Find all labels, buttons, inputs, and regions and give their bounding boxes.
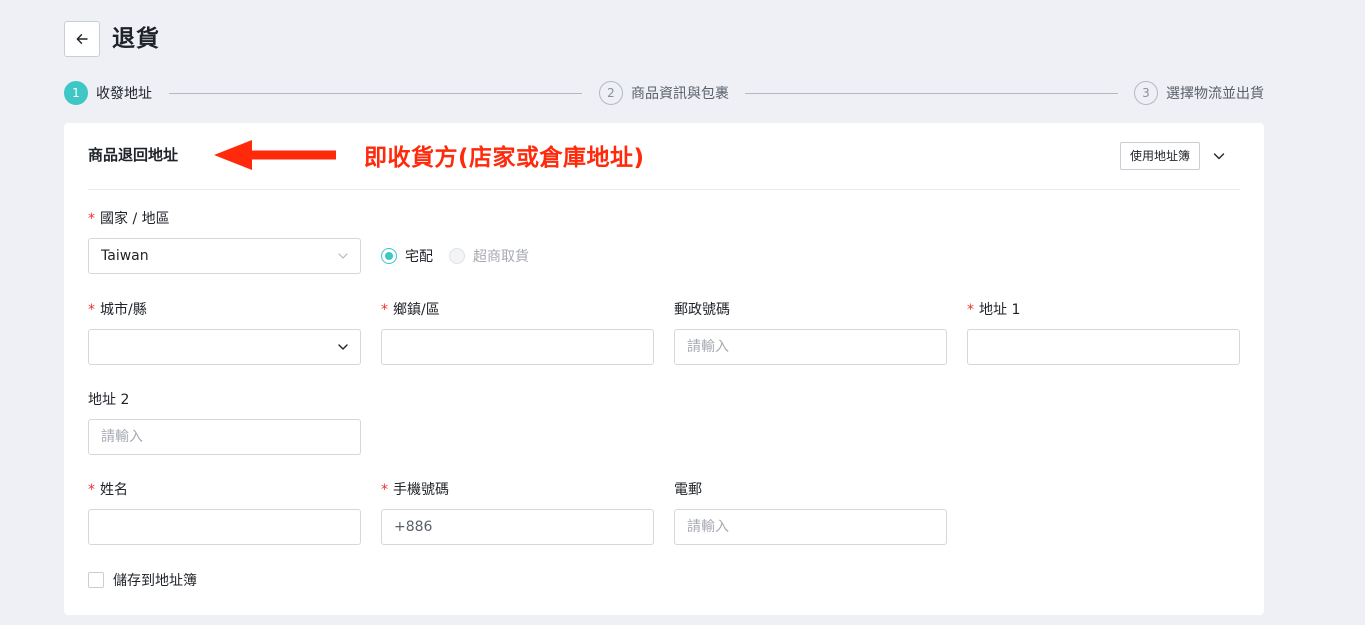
- step-1: 1 收發地址: [64, 81, 152, 105]
- checkbox-box: [88, 572, 104, 588]
- country-select[interactable]: Taiwan: [88, 238, 361, 274]
- name-label: * 姓名: [88, 482, 128, 498]
- step-number: 1: [64, 81, 88, 105]
- name-input[interactable]: [88, 509, 361, 545]
- radio-store-pickup[interactable]: 超商取貨: [449, 246, 529, 266]
- postal-code-input[interactable]: 請輸入: [674, 329, 947, 365]
- use-address-book-button[interactable]: 使用地址簿: [1120, 142, 1201, 170]
- delivery-method-group: 宅配 超商取貨: [381, 246, 545, 266]
- stepper: 1 收發地址 2 商品資訊與包裹 3 選擇物流並出貨: [64, 81, 1264, 105]
- phone-label: * 手機號碼: [381, 482, 449, 498]
- step-number: 2: [599, 81, 623, 105]
- annotation: 即收貨方(店家或倉庫地址): [214, 137, 645, 173]
- step-connector: [745, 93, 1118, 94]
- step-connector: [169, 93, 582, 94]
- return-address-card: 商品退回地址 即收貨方(店家或倉庫地址) 使用地址簿 * 國家 / 地區 Taiw…: [64, 123, 1264, 615]
- radio-home-delivery[interactable]: 宅配: [381, 246, 433, 266]
- page-title: 退貨: [112, 26, 160, 52]
- chevron-down-icon: [338, 344, 348, 350]
- arrow-left-icon: [76, 34, 88, 44]
- address2-input[interactable]: 請輸入: [88, 419, 361, 455]
- email-label: 電郵: [674, 482, 702, 498]
- step-number: 3: [1134, 81, 1158, 105]
- card-title: 商品退回地址: [88, 146, 179, 164]
- save-to-address-book-checkbox[interactable]: 儲存到地址簿: [88, 570, 197, 590]
- radio-indicator: [449, 248, 465, 264]
- checkbox-label: 儲存到地址簿: [113, 573, 197, 589]
- step-label: 選擇物流並出貨: [1166, 86, 1264, 102]
- city-select[interactable]: [88, 329, 361, 365]
- phone-input[interactable]: +886: [381, 509, 654, 545]
- step-label: 收發地址: [96, 86, 152, 102]
- address1-input[interactable]: [967, 329, 1240, 365]
- email-input[interactable]: 請輸入: [674, 509, 947, 545]
- city-label: * 城市/縣: [88, 302, 147, 318]
- address1-label: * 地址 1: [967, 302, 1021, 318]
- country-label: * 國家 / 地區: [88, 211, 170, 227]
- chevron-down-icon[interactable]: [1210, 147, 1228, 165]
- radio-label: 宅配: [405, 249, 433, 265]
- red-arrow-left-icon: [214, 140, 336, 170]
- chevron-down-icon: [338, 253, 348, 259]
- divider: [88, 189, 1240, 190]
- address2-label: 地址 2: [88, 392, 130, 408]
- radio-indicator: [381, 248, 397, 264]
- district-label: * 鄉鎮/區: [381, 302, 440, 318]
- back-button[interactable]: [64, 21, 100, 57]
- annotation-text: 即收貨方(店家或倉庫地址): [364, 145, 645, 171]
- step-label: 商品資訊與包裹: [631, 86, 729, 102]
- radio-label: 超商取貨: [473, 249, 529, 265]
- step-3: 3 選擇物流並出貨: [1134, 81, 1264, 105]
- district-input[interactable]: [381, 329, 654, 365]
- step-2: 2 商品資訊與包裹: [599, 81, 729, 105]
- postal-code-label: 郵政號碼: [674, 302, 730, 318]
